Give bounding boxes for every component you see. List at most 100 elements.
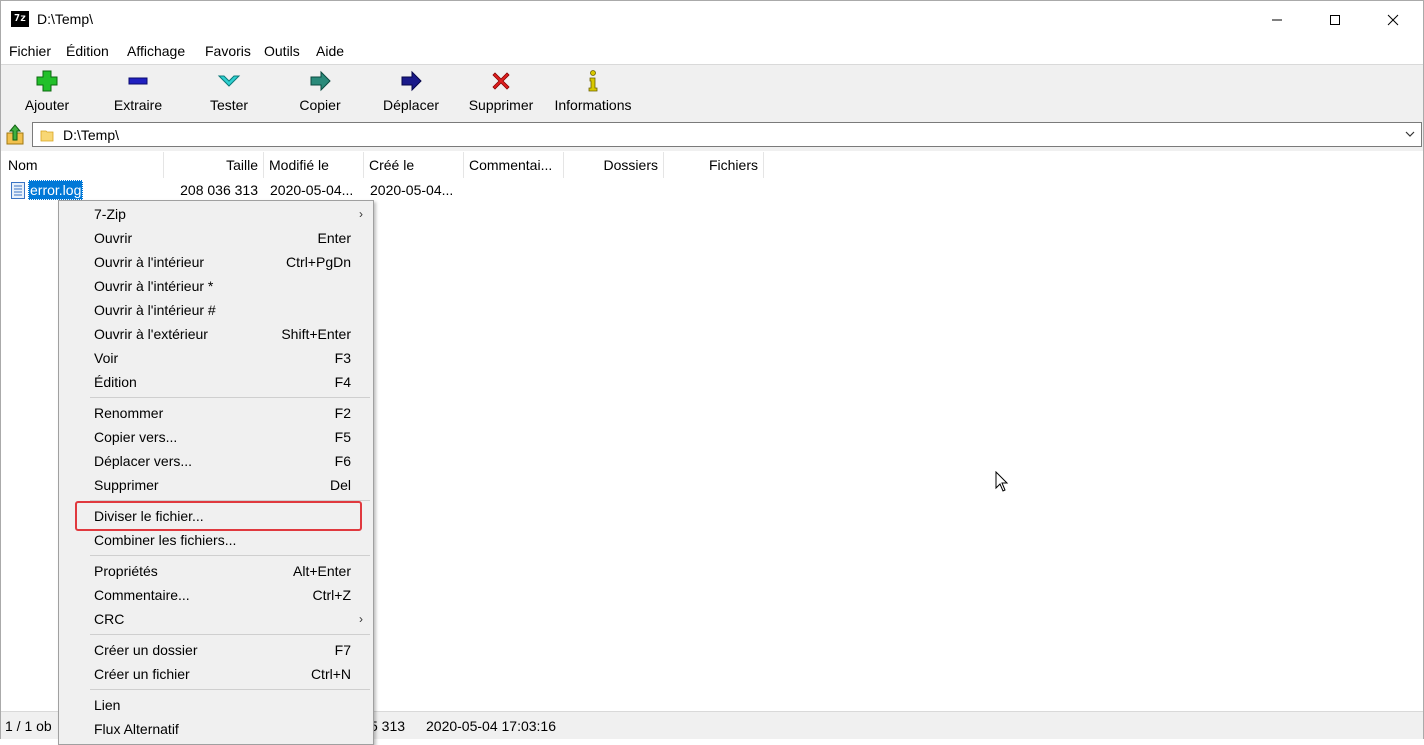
delete-x-icon [492,72,510,90]
menu-item-supprimer[interactable]: Supprimer Del [59,474,373,498]
extract-button[interactable]: Extraire [106,65,170,120]
col-header-modified[interactable]: Modifié le [264,152,364,178]
menu-item-creer-dossier[interactable]: Créer un dossier F7 [59,639,373,663]
maximize-icon [1330,15,1340,25]
app-window: 7z D:\Temp\ Fichier Édition Affichage Fa… [0,0,1424,745]
submenu-arrow-icon: › [359,612,363,626]
menu-item-flux-alternatif[interactable]: Flux Alternatif [59,718,373,742]
info-button[interactable]: Informations [549,65,637,120]
menu-item-ouvrir-interieur-hash[interactable]: Ouvrir à l'intérieur # [59,299,373,323]
move-button[interactable]: Déplacer [375,65,447,120]
col-header-files[interactable]: Fichiers [664,152,764,178]
menu-separator [90,555,370,556]
status-size: 5 313 [370,718,406,734]
menu-item-label: CRC [94,611,125,627]
menu-item-shortcut: Del [329,477,351,493]
address-input[interactable]: D:\Temp\ [32,122,1422,147]
copy-label: Copier [299,97,341,113]
menu-item-label: Combiner les fichiers... [94,532,237,548]
menu-item-edition[interactable]: Édition F4 [59,371,373,395]
menu-item-label: Copier vers... [94,429,178,445]
chevron-down-icon[interactable] [1405,130,1415,138]
title-bar: 7z D:\Temp\ [1,1,1423,39]
menu-item-label: Voir [94,350,119,366]
menu-item-label: Ouvrir à l'intérieur [94,254,205,270]
menu-bar: Fichier Édition Affichage Favoris Outils… [1,39,1423,63]
menu-item-label: Déplacer vers... [94,453,193,469]
menu-item-label: Lien [94,697,121,713]
menu-item-copier-vers[interactable]: Copier vers... F5 [59,426,373,450]
menu-item-label: Créer un dossier [94,642,198,658]
address-bar: D:\Temp\ [1,119,1423,151]
menu-item-shortcut: F3 [334,350,351,366]
menu-item-shortcut: Ctrl+N [310,666,351,682]
menu-item-creer-fichier[interactable]: Créer un fichier Ctrl+N [59,663,373,687]
minimize-icon [1272,19,1282,21]
app-7zip-icon: 7z [11,11,29,27]
copy-arrow-icon [310,70,331,92]
menu-separator [90,689,370,690]
menu-item-7zip[interactable]: 7-Zip › [59,203,373,227]
close-icon [1387,14,1399,26]
col-header-name[interactable]: Nom [3,152,164,178]
status-date: 2020-05-04 17:03:16 [426,718,556,734]
menu-item-proprietes[interactable]: Propriétés Alt+Enter [59,560,373,584]
minimize-button[interactable] [1248,1,1306,39]
menu-item-label: 7-Zip [94,206,126,222]
menu-item-voir[interactable]: Voir F3 [59,347,373,371]
menu-favoris[interactable]: Favoris [205,43,251,59]
maximize-button[interactable] [1306,1,1364,39]
menu-item-label: Flux Alternatif [94,721,179,737]
menu-item-ouvrir-exterieur[interactable]: Ouvrir à l'extérieur Shift+Enter [59,323,373,347]
menu-item-label: Commentaire... [94,587,190,603]
menu-item-ouvrir-interieur[interactable]: Ouvrir à l'intérieur Ctrl+PgDn [59,251,373,275]
folder-up-icon[interactable] [5,123,27,147]
status-selection: 1 / 1 ob [5,718,52,734]
menu-edition[interactable]: Édition [66,43,109,59]
file-row[interactable]: error.log 208 036 313 2020-05-04... 2020… [3,178,1423,202]
highlight-annotation-box [75,501,362,531]
menu-item-ouvrir-interieur-star[interactable]: Ouvrir à l'intérieur * [59,275,373,299]
delete-button[interactable]: Supprimer [463,65,539,120]
menu-item-label: Ouvrir à l'intérieur * [94,278,214,294]
menu-item-renommer[interactable]: Renommer F2 [59,402,373,426]
menu-item-shortcut: Enter [317,230,351,246]
col-header-created[interactable]: Créé le [364,152,464,178]
menu-item-crc[interactable]: CRC › [59,608,373,632]
menu-item-shortcut: Shift+Enter [281,326,351,342]
test-button[interactable]: Tester [197,65,261,120]
menu-item-shortcut: F4 [334,374,351,390]
menu-aide[interactable]: Aide [316,43,344,59]
col-header-size[interactable]: Taille [164,152,264,178]
menu-item-shortcut: Ctrl+PgDn [286,254,351,270]
menu-item-label: Ouvrir à l'extérieur [94,326,208,342]
close-button[interactable] [1364,1,1422,39]
info-label: Informations [554,97,632,113]
menu-affichage[interactable]: Affichage [127,43,185,59]
menu-item-commentaire[interactable]: Commentaire... Ctrl+Z [59,584,373,608]
add-button[interactable]: Ajouter [15,65,79,120]
add-label: Ajouter [24,97,70,113]
menu-fichier[interactable]: Fichier [9,43,51,59]
info-icon [588,70,598,92]
col-header-folders[interactable]: Dossiers [564,152,664,178]
mouse-cursor-icon [995,471,1009,492]
menu-item-deplacer-vers[interactable]: Déplacer vers... F6 [59,450,373,474]
menu-item-combiner-fichiers[interactable]: Combiner les fichiers... [59,529,373,553]
menu-item-shortcut: F2 [334,405,351,421]
menu-separator [90,397,370,398]
menu-outils[interactable]: Outils [264,43,300,59]
copy-button[interactable]: Copier [288,65,352,120]
file-name[interactable]: error.log [28,180,84,200]
toolbar: Ajouter Extraire Tester Copier Déplacer [1,64,1423,120]
menu-item-lien[interactable]: Lien [59,694,373,718]
menu-item-ouvrir[interactable]: Ouvrir Enter [59,227,373,251]
extract-label: Extraire [113,97,163,113]
list-header: Nom Taille Modifié le Créé le Commentai.… [3,152,1423,178]
text-file-icon [11,182,25,199]
move-label: Déplacer [382,97,440,113]
folder-icon [40,130,54,142]
check-icon [217,75,241,87]
submenu-arrow-icon: › [359,207,363,221]
col-header-comment[interactable]: Commentai... [464,152,564,178]
